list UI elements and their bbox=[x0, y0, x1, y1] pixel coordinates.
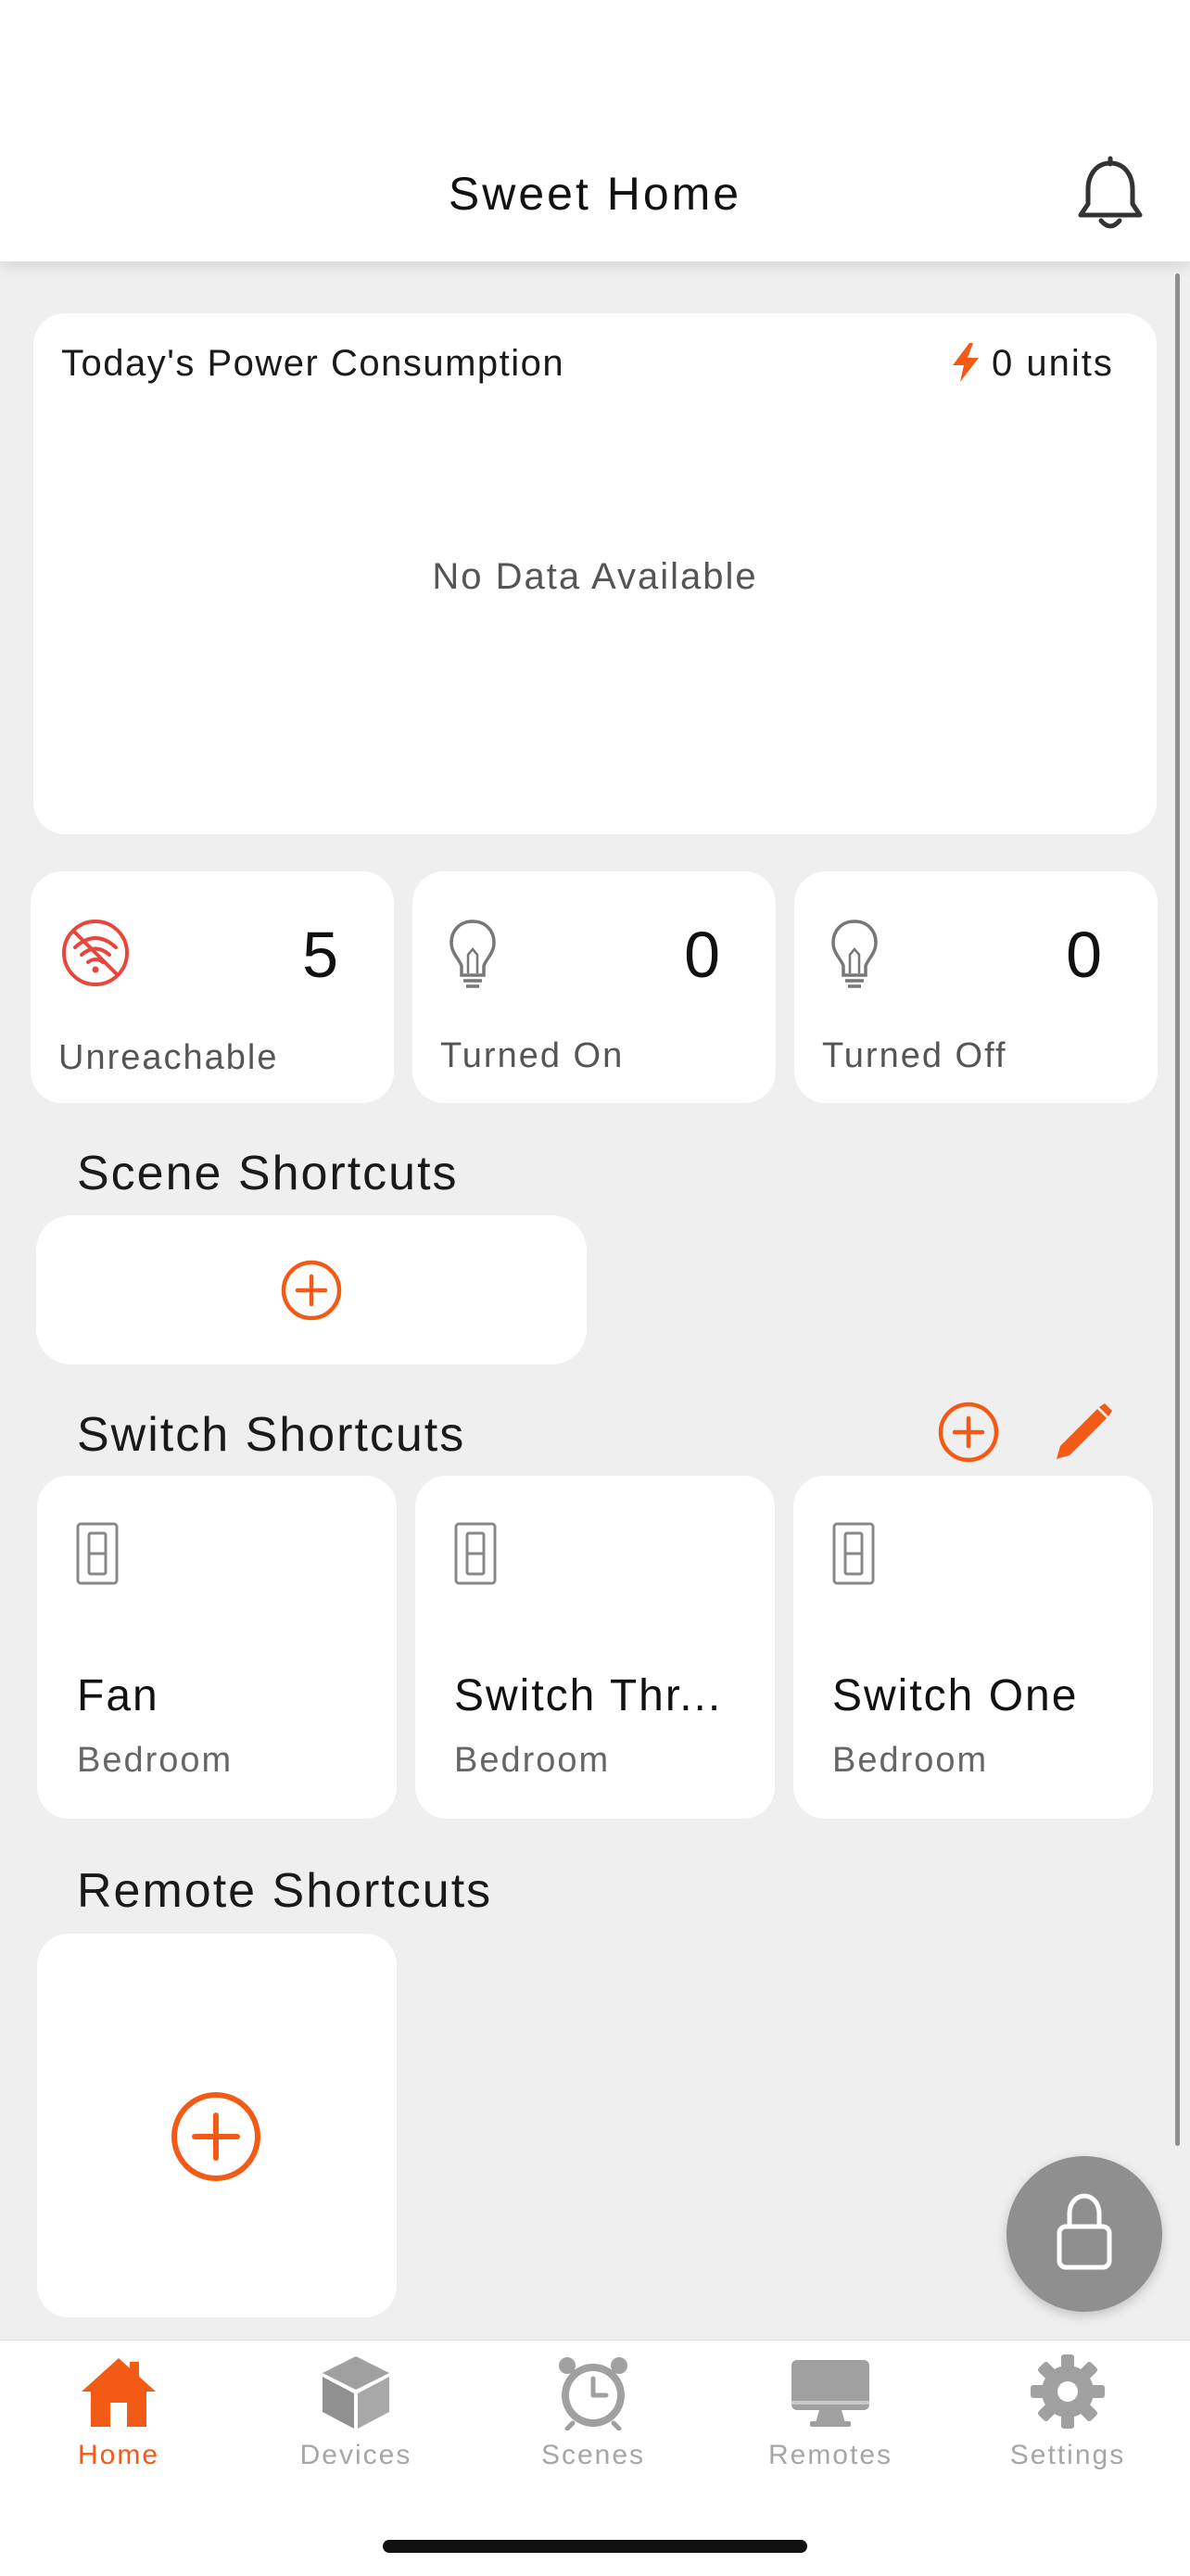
page-title: Sweet Home bbox=[448, 168, 742, 220]
switch-shortcuts-heading: Switch Shortcuts bbox=[77, 1408, 466, 1462]
bulb-icon bbox=[831, 920, 878, 988]
switch-room: Bedroom bbox=[454, 1741, 611, 1780]
switch-shortcut-card[interactable]: Fan Bedroom bbox=[37, 1476, 397, 1819]
nav-home[interactable]: Home bbox=[0, 2351, 237, 2471]
notifications-button[interactable] bbox=[1073, 156, 1147, 234]
home-indicator[interactable] bbox=[383, 2540, 807, 2553]
empty-state-text: No Data Available bbox=[432, 556, 758, 597]
switch-shortcut-card[interactable]: Switch One Bedroom bbox=[793, 1476, 1153, 1819]
remote-shortcuts-heading: Remote Shortcuts bbox=[77, 1864, 493, 1918]
stat-card-turned-on[interactable]: 0 Turned On bbox=[412, 871, 776, 1103]
lock-button[interactable] bbox=[1006, 2156, 1162, 2312]
switch-icon bbox=[454, 1522, 497, 1585]
power-units: 0 units bbox=[992, 343, 1114, 384]
nav-devices[interactable]: Devices bbox=[237, 2351, 475, 2471]
nav-scenes[interactable]: Scenes bbox=[475, 2351, 712, 2471]
edit-switch-shortcuts-button[interactable] bbox=[1049, 1402, 1114, 1463]
bell-icon bbox=[1078, 156, 1143, 229]
stat-value: 0 bbox=[684, 919, 720, 991]
home-icon bbox=[82, 2358, 156, 2427]
switch-room: Bedroom bbox=[832, 1741, 989, 1780]
nav-settings[interactable]: Settings bbox=[949, 2351, 1186, 2471]
power-card-title: Today's Power Consumption bbox=[61, 343, 565, 384]
nav-label: Devices bbox=[299, 2440, 412, 2470]
app-header bbox=[0, 0, 1190, 261]
switch-icon bbox=[832, 1522, 875, 1585]
add-scene-card[interactable] bbox=[36, 1215, 587, 1364]
switch-icon bbox=[76, 1522, 119, 1585]
stat-card-unreachable[interactable]: 5 Unreachable bbox=[31, 871, 394, 1103]
nav-label: Home bbox=[77, 2440, 160, 2470]
nav-label: Scenes bbox=[540, 2440, 646, 2470]
add-icon bbox=[171, 2092, 260, 2181]
stat-value: 0 bbox=[1066, 919, 1102, 991]
stat-value: 5 bbox=[302, 919, 338, 991]
stat-label: Unreachable bbox=[58, 1038, 279, 1077]
lock-icon bbox=[1057, 2193, 1112, 2270]
add-switch-shortcut-button[interactable] bbox=[938, 1402, 999, 1463]
nav-remotes[interactable]: Remotes bbox=[712, 2351, 949, 2471]
switch-name: Switch One bbox=[832, 1671, 1079, 1720]
add-remote-card[interactable] bbox=[37, 1934, 397, 2317]
switch-name: Fan bbox=[77, 1671, 159, 1720]
bulb-icon bbox=[449, 920, 496, 988]
stat-label: Turned Off bbox=[822, 1036, 1007, 1075]
cube-icon bbox=[323, 2356, 389, 2429]
switch-name: Switch Thr... bbox=[454, 1671, 723, 1720]
gear-icon bbox=[1031, 2354, 1105, 2429]
scrollbar[interactable] bbox=[1175, 273, 1180, 2146]
clock-icon bbox=[559, 2357, 627, 2430]
scene-shortcuts-heading: Scene Shortcuts bbox=[77, 1147, 459, 1200]
add-icon bbox=[281, 1260, 342, 1321]
stat-label: Turned On bbox=[440, 1036, 625, 1075]
switch-room: Bedroom bbox=[77, 1741, 234, 1780]
switch-shortcut-card[interactable]: Switch Thr... Bedroom bbox=[415, 1476, 775, 1819]
wifi-off-icon bbox=[62, 920, 129, 986]
monitor-icon bbox=[791, 2360, 869, 2427]
nav-label: Settings bbox=[1009, 2440, 1126, 2470]
bolt-icon bbox=[953, 343, 979, 382]
nav-label: Remotes bbox=[767, 2440, 893, 2470]
stat-card-turned-off[interactable]: 0 Turned Off bbox=[794, 871, 1158, 1103]
pencil-icon bbox=[1057, 1403, 1112, 1459]
